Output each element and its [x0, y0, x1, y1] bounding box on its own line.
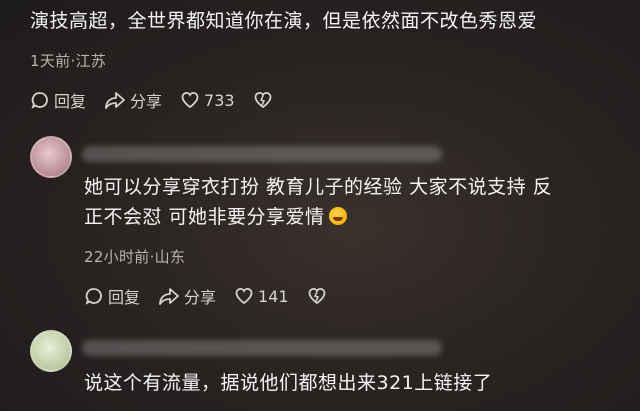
- username-blurred[interactable]: [82, 340, 442, 356]
- reply-icon: [85, 288, 102, 305]
- like-count: 733: [204, 90, 235, 110]
- like-button[interactable]: 141: [234, 286, 289, 306]
- avatar[interactable]: [30, 136, 72, 178]
- comment-text: 说这个有流量，据说他们都想出来321上链接了: [84, 372, 493, 394]
- comment-text-line-2-wrap: 正不会怼 可她非要分享爱情: [84, 202, 347, 232]
- reply-label: 回复: [108, 288, 141, 307]
- broken-heart-icon: [254, 92, 271, 109]
- reply-label: 回复: [54, 92, 87, 111]
- like-button[interactable]: 733: [180, 90, 235, 110]
- crying-laughing-emoji-icon: [328, 207, 347, 225]
- share-label: 分享: [130, 92, 163, 111]
- comment-meta: 1天前·江苏: [30, 52, 107, 70]
- comment-actions: 回复 分享 733: [30, 88, 295, 112]
- share-button[interactable]: 分享: [104, 88, 162, 112]
- share-button[interactable]: 分享: [158, 284, 216, 308]
- broken-heart-icon: [308, 288, 325, 305]
- comment-text-line-1: 她可以分享穿衣打扮 教育儿子的经验 大家不说支持 反: [84, 176, 553, 198]
- like-count: 141: [258, 286, 289, 306]
- heart-icon: [235, 288, 253, 305]
- reply-button[interactable]: 回复: [84, 284, 140, 308]
- comment-text: 演技高超，全世界都知道你在演，但是依然面不改色秀恩爱: [30, 10, 538, 32]
- share-icon: [159, 288, 179, 305]
- username-blurred[interactable]: [82, 146, 442, 162]
- share-icon: [105, 92, 125, 109]
- comment-text-line-2: 正不会怼 可她非要分享爱情: [84, 206, 325, 228]
- heart-icon: [181, 92, 199, 109]
- reply-icon: [31, 92, 48, 109]
- dislike-button[interactable]: [307, 286, 331, 306]
- comment-meta: 22小时前·山东: [84, 248, 186, 266]
- reply-button[interactable]: 回复: [30, 88, 86, 112]
- share-label: 分享: [184, 288, 217, 307]
- comment-actions: 回复 分享 141: [84, 284, 349, 308]
- avatar[interactable]: [30, 330, 72, 372]
- dislike-button[interactable]: [253, 90, 277, 110]
